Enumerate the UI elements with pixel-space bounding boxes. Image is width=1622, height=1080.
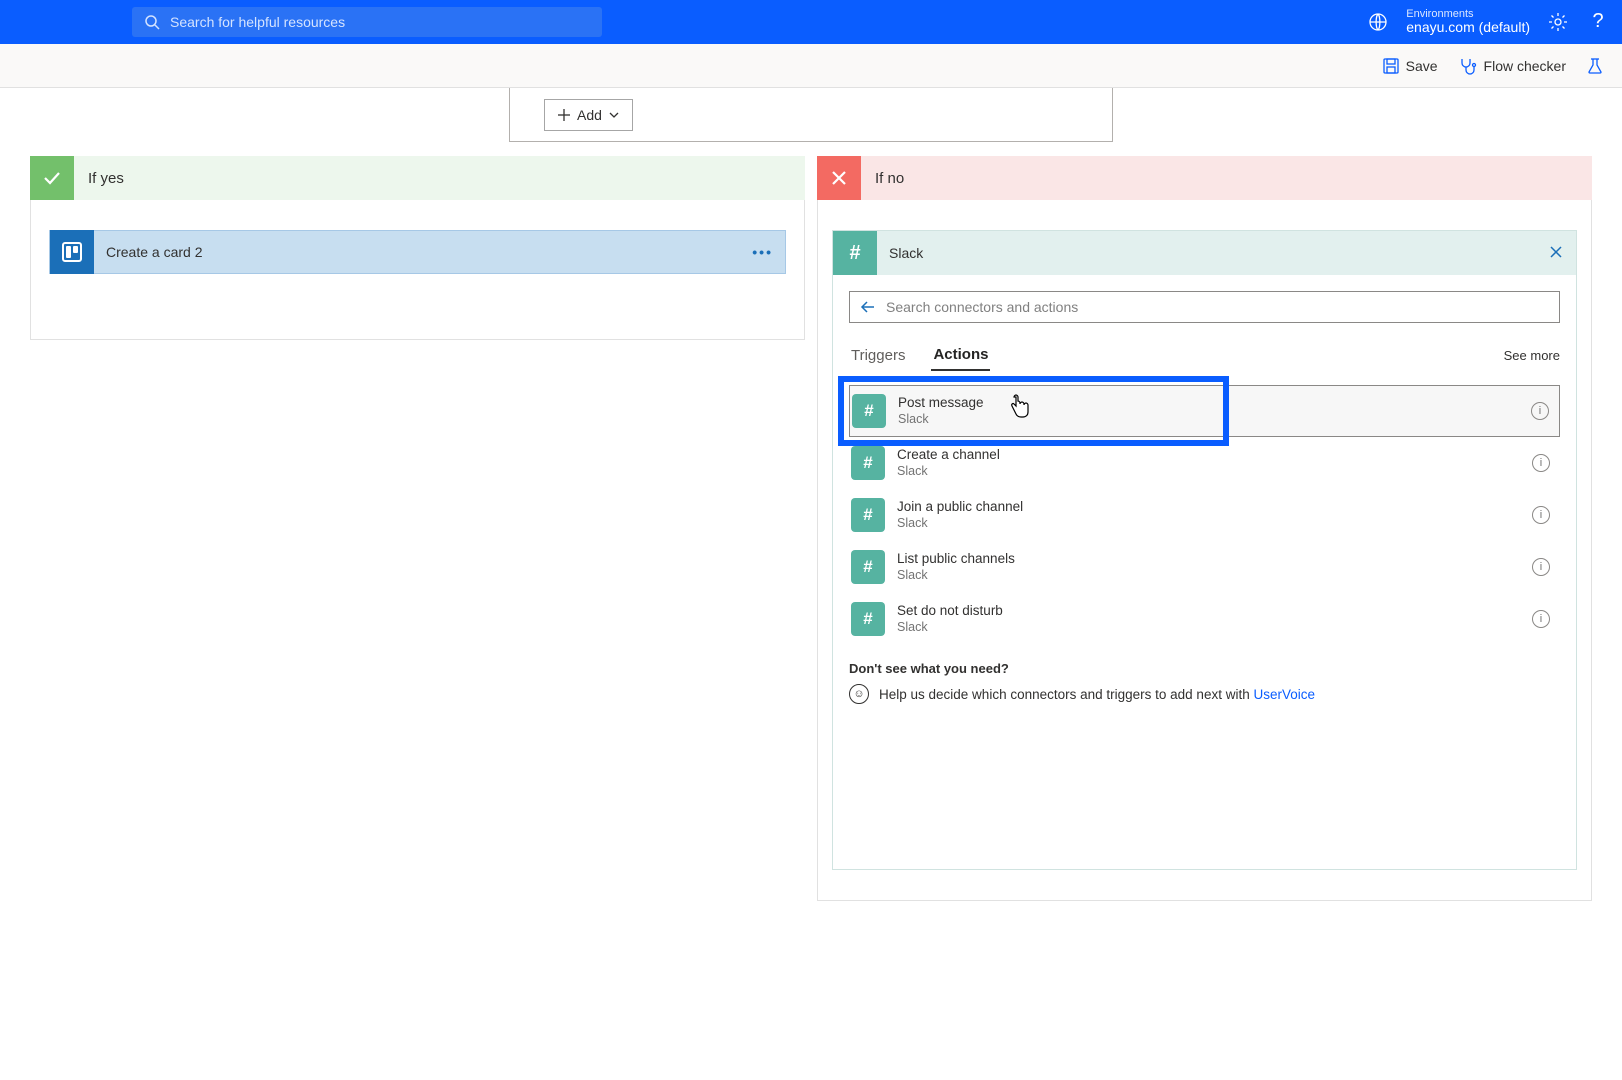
global-search-input[interactable] [170,14,590,30]
beaker-icon [1586,57,1604,75]
action-list: # Post message Slack i # [849,385,1560,645]
ellipsis-icon[interactable]: ••• [752,244,773,260]
environment-name: enayu.com (default) [1406,20,1530,35]
smile-icon: ☺ [849,684,869,704]
info-icon[interactable]: i [1532,506,1550,524]
info-icon[interactable]: i [1532,558,1550,576]
slack-icon: # [851,550,885,584]
connector-search-input[interactable] [886,299,1549,315]
connector-search[interactable] [849,291,1560,323]
if-no-header: If no [817,156,1592,200]
if-yes-title: If yes [88,170,124,187]
trello-create-card-step[interactable]: Create a card 2 ••• [49,230,786,274]
action-subtitle: Slack [898,412,984,427]
info-icon[interactable]: i [1531,402,1549,420]
action-title: List public channels [897,551,1015,567]
if-yes-header: If yes [30,156,805,200]
slack-icon: # [852,394,886,428]
slack-icon: # [833,231,877,275]
if-yes-branch: If yes Create a card 2 ••• [30,156,805,340]
action-set-do-not-disturb[interactable]: # Set do not disturb Slack i [849,593,1560,645]
search-icon [144,14,160,30]
help-icon[interactable]: ? [1586,10,1610,34]
feedback-text: Help us decide which connectors and trig… [879,687,1315,702]
trello-icon [50,230,94,274]
save-icon [1382,57,1400,75]
connector-picker-panel: # Slack Triggers Actions [832,230,1577,870]
action-title: Set do not disturb [897,603,1003,619]
save-button[interactable]: Save [1382,57,1438,75]
slack-icon: # [851,602,885,636]
action-subtitle: Slack [897,568,1015,583]
flow-checker-label: Flow checker [1484,58,1566,74]
add-button[interactable]: Add [544,99,633,131]
if-no-title: If no [875,170,904,187]
check-icon [30,156,74,200]
slack-icon: # [851,498,885,532]
tab-triggers[interactable]: Triggers [849,341,907,370]
environment-icon [1366,10,1390,34]
action-post-message[interactable]: # Post message Slack i [849,385,1560,437]
environment-picker[interactable]: Environments enayu.com (default) [1406,8,1530,35]
plus-icon [557,108,571,122]
if-no-branch: If no # Slack [817,156,1592,901]
stethoscope-icon [1458,56,1478,76]
action-subtitle: Slack [897,620,1003,635]
action-subtitle: Slack [897,464,1000,479]
action-title: Join a public channel [897,499,1023,515]
feedback-block: Don't see what you need? ☺ Help us decid… [849,661,1560,704]
cursor-icon [1008,394,1030,420]
step-title: Create a card 2 [106,244,203,260]
action-list-public-channels[interactable]: # List public channels Slack i [849,541,1560,593]
environment-label: Environments [1406,8,1530,20]
save-label: Save [1406,58,1438,74]
x-icon [817,156,861,200]
flow-canvas: Add If yes Create a card 2 ••• [0,88,1622,941]
tab-actions[interactable]: Actions [931,340,990,371]
connector-header: # Slack [833,231,1576,275]
info-icon[interactable]: i [1532,610,1550,628]
see-more-link[interactable]: See more [1504,348,1560,363]
global-search[interactable] [132,7,602,37]
condition-card-stub: Add [509,88,1113,142]
flow-checker-button[interactable]: Flow checker [1458,56,1566,76]
action-subtitle: Slack [897,516,1023,531]
editor-toolbar: Save Flow checker [0,44,1622,88]
arrow-left-icon[interactable] [860,299,876,315]
tutorial-highlight [838,376,1229,446]
add-label: Add [577,107,602,123]
picker-tabs: Triggers Actions See more [849,337,1560,373]
top-bar: Environments enayu.com (default) ? [0,0,1622,44]
action-title: Create a channel [897,447,1000,463]
info-icon[interactable]: i [1532,454,1550,472]
action-title: Post message [898,395,984,411]
feedback-title: Don't see what you need? [849,661,1560,676]
uservoice-link[interactable]: UserVoice [1253,687,1315,702]
action-create-channel[interactable]: # Create a channel Slack i [849,437,1560,489]
slack-icon: # [851,446,885,480]
action-join-public-channel[interactable]: # Join a public channel Slack i [849,489,1560,541]
connector-title: Slack [889,245,923,261]
chevron-down-icon [608,109,620,121]
test-button[interactable] [1586,57,1604,75]
close-icon[interactable] [1548,244,1564,263]
settings-icon[interactable] [1546,10,1570,34]
